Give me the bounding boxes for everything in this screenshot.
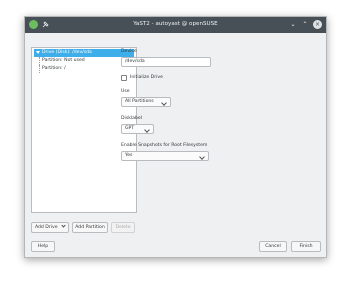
yast-window: YaST2 - autoyast @ openSUSE ⌄ ⌃ × Drive … bbox=[24, 16, 327, 258]
window-title: YaST2 - autoyast @ openSUSE bbox=[133, 21, 218, 27]
use-label: Use bbox=[121, 89, 130, 94]
snapshots-select[interactable]: Yes bbox=[121, 151, 209, 161]
use-select-value: All Partitions bbox=[125, 99, 154, 104]
use-select[interactable]: All Partitions bbox=[121, 97, 171, 107]
disklabel-select-value: GPT bbox=[125, 126, 135, 131]
chevron-down-icon bbox=[61, 223, 66, 228]
chevron-down-icon[interactable] bbox=[36, 51, 40, 54]
delete-button[interactable]: Delete bbox=[111, 222, 135, 233]
tree-branch-line bbox=[39, 57, 40, 65]
device-input[interactable]: /dev/sda bbox=[121, 57, 211, 67]
tree-item-partition-root[interactable]: Partition: / bbox=[32, 65, 136, 73]
disklabel-select[interactable]: GPT bbox=[121, 124, 154, 134]
snapshots-select-value: Yes bbox=[125, 153, 133, 158]
tree-item-label: Partition: / bbox=[42, 66, 66, 71]
snapshots-label: Enable Snapshots for Root Filesystem bbox=[121, 143, 208, 148]
add-drive-label: Add Drive bbox=[34, 225, 58, 230]
initialize-drive-checkbox[interactable] bbox=[121, 75, 127, 81]
maximize-icon[interactable]: ⌃ bbox=[301, 21, 309, 29]
cancel-button[interactable]: Cancel bbox=[259, 241, 287, 252]
initialize-drive-label: Initialize Drive bbox=[130, 75, 163, 80]
chevron-down-icon bbox=[144, 127, 150, 133]
close-icon[interactable]: × bbox=[313, 20, 322, 29]
minimize-icon[interactable]: ⌄ bbox=[289, 21, 297, 29]
tree-item-drive[interactable]: Drive (Disk): /dev/sda bbox=[34, 49, 134, 57]
tree-item-label: Partition: Not used bbox=[42, 58, 85, 63]
finish-button[interactable]: Finish bbox=[291, 241, 321, 252]
device-label: Device bbox=[121, 49, 137, 54]
chevron-down-icon bbox=[161, 100, 167, 106]
add-partition-button[interactable]: Add Partition bbox=[72, 222, 108, 233]
chevron-down-icon bbox=[199, 154, 205, 160]
title-bar[interactable]: YaST2 - autoyast @ openSUSE ⌄ ⌃ × bbox=[25, 17, 326, 33]
disklabel-label: Disklabel bbox=[121, 116, 142, 121]
tree-branch-line bbox=[39, 65, 40, 73]
add-drive-button[interactable]: Add Drive bbox=[31, 222, 69, 233]
help-button[interactable]: Help bbox=[31, 241, 55, 252]
tree-item-drive-label: Drive (Disk): /dev/sda bbox=[42, 50, 92, 55]
